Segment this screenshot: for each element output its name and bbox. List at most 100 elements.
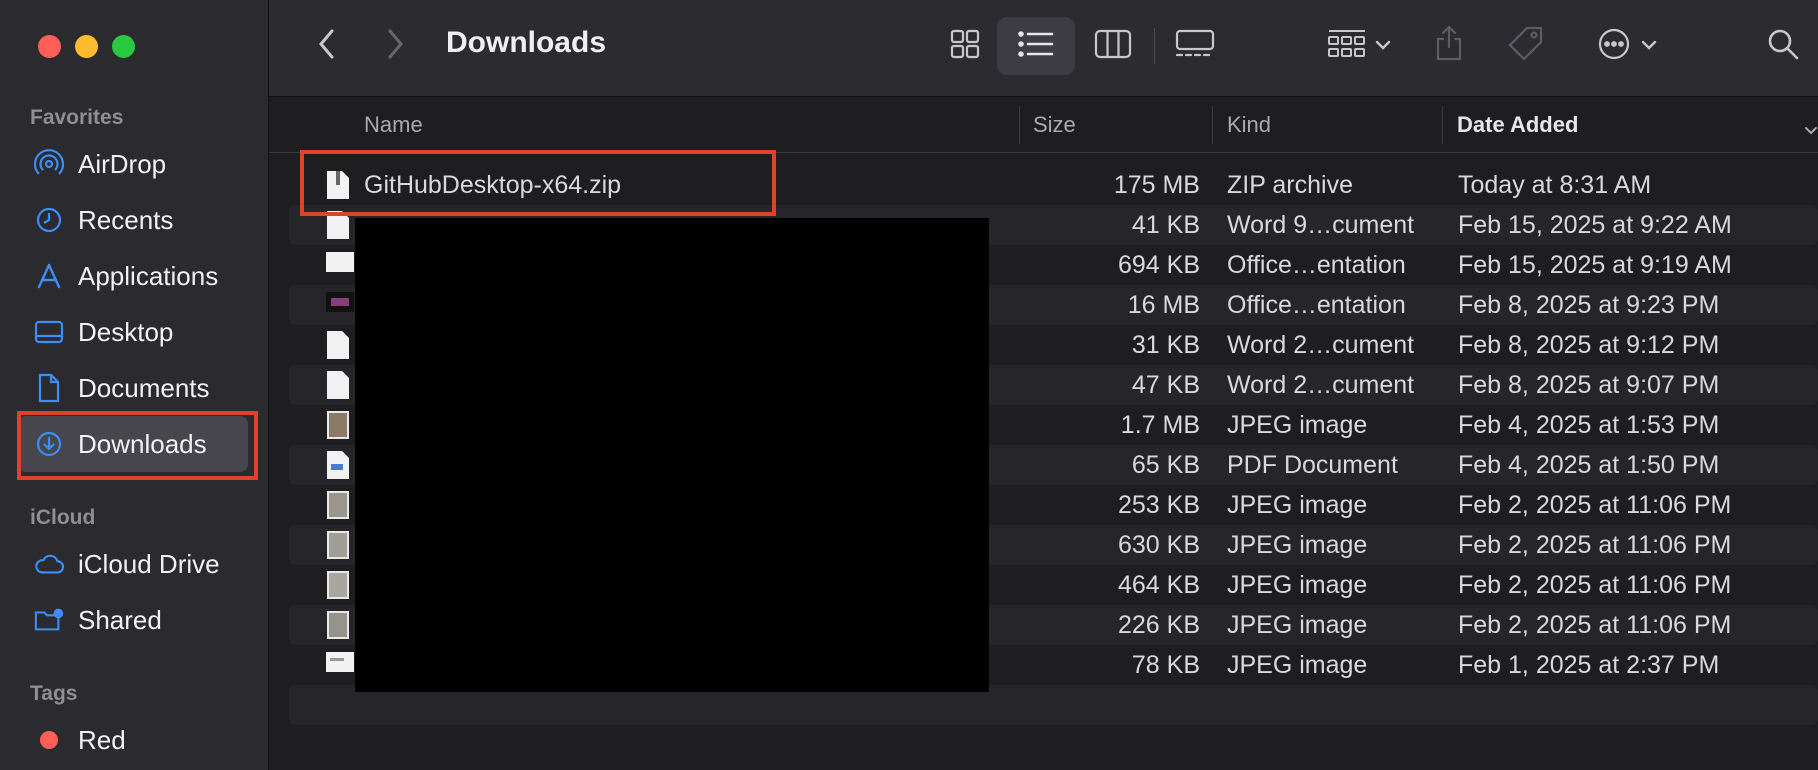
doc-icon [326, 330, 350, 360]
image-icon [326, 610, 350, 640]
share-icon [1434, 24, 1464, 66]
back-button[interactable] [309, 28, 345, 64]
icon-view-button[interactable] [937, 22, 993, 70]
sidebar-item-label: AirDrop [78, 148, 167, 179]
file-size: 253 KB [1117, 491, 1200, 519]
sidebar-item-label: Recents [78, 204, 174, 235]
file-date-added: Feb 8, 2025 at 9:23 PM [1458, 291, 1720, 319]
tag-button[interactable] [1501, 22, 1551, 70]
column-divider[interactable] [1019, 106, 1020, 144]
clock-icon [34, 205, 64, 235]
file-size: 1.7 MB [1120, 411, 1200, 439]
file-size: 31 KB [1131, 331, 1200, 359]
file-size: 41 KB [1131, 211, 1200, 239]
file-date-added: Feb 4, 2025 at 1:53 PM [1458, 411, 1720, 439]
share-button[interactable] [1425, 20, 1473, 70]
toolbar-divider [1154, 28, 1155, 64]
search-button[interactable] [1759, 22, 1807, 70]
image-icon [326, 570, 350, 600]
column-divider[interactable] [1442, 106, 1443, 144]
file-kind: Word 2…cument [1227, 331, 1415, 359]
columns-icon [1094, 29, 1132, 64]
file-date-added: Feb 4, 2025 at 1:50 PM [1458, 451, 1720, 479]
chevron-right-icon [385, 28, 405, 65]
column-view-button[interactable] [1085, 22, 1141, 70]
image-icon [326, 530, 350, 560]
file-date-added: Feb 15, 2025 at 9:19 AM [1458, 251, 1732, 279]
column-header-size[interactable]: Size [1033, 112, 1076, 138]
zoom-window-button[interactable] [112, 35, 135, 58]
chevron-down-icon [1375, 37, 1391, 55]
sidebar-item-label: Documents [78, 372, 210, 403]
sidebar: Favorites AirDrop Recents Applications D… [0, 0, 269, 770]
tags-section-label: Tags [30, 682, 78, 705]
file-kind: JPEG image [1227, 571, 1368, 599]
more-actions-button[interactable] [1585, 22, 1669, 70]
sidebar-item-shared[interactable]: Shared [18, 592, 248, 648]
gallery-icon [1175, 29, 1215, 64]
gallery-view-button[interactable] [1167, 22, 1223, 70]
cloud-icon [34, 549, 64, 579]
search-icon [1766, 27, 1800, 66]
window-controls [38, 35, 135, 58]
group-grid-icon [1327, 28, 1367, 65]
file-size: 464 KB [1117, 571, 1200, 599]
sidebar-item-label: Shared [78, 604, 162, 635]
sidebar-item-airdrop[interactable]: AirDrop [18, 136, 248, 192]
file-kind: Word 2…cument [1227, 371, 1415, 399]
sidebar-item-label: iCloud Drive [78, 548, 220, 579]
column-header-row: Name Size Kind Date Added [269, 98, 1818, 153]
file-date-added: Feb 1, 2025 at 2:37 PM [1458, 651, 1720, 679]
sidebar-item-icloud-drive[interactable]: iCloud Drive [18, 536, 248, 592]
downloads-highlight-box [17, 411, 258, 480]
favorites-section-label: Favorites [30, 106, 124, 129]
file-kind: Word 9…cument [1227, 211, 1415, 239]
file-kind: JPEG image [1227, 651, 1368, 679]
file-date-added: Feb 2, 2025 at 11:06 PM [1458, 611, 1732, 639]
sidebar-item-desktop[interactable]: Desktop [18, 304, 248, 360]
window-title: Downloads [446, 26, 607, 59]
grid-icon [949, 28, 981, 65]
icloud-section-label: iCloud [30, 506, 96, 529]
close-window-button[interactable] [38, 35, 61, 58]
sidebar-item-label: Desktop [78, 316, 174, 347]
file-size: 65 KB [1131, 451, 1200, 479]
applications-icon [34, 261, 64, 291]
column-header-date-added[interactable]: Date Added [1457, 112, 1578, 138]
file-size: 47 KB [1131, 371, 1200, 399]
redaction-block [355, 218, 989, 692]
file-date-added: Feb 8, 2025 at 9:07 PM [1458, 371, 1720, 399]
sidebar-item-documents[interactable]: Documents [18, 360, 248, 416]
sidebar-item-tag-red[interactable]: Red [18, 712, 248, 768]
column-divider[interactable] [1212, 106, 1213, 144]
file-highlight-box [300, 150, 776, 216]
column-header-name[interactable]: Name [364, 112, 423, 138]
image-icon [326, 410, 350, 440]
file-size: 16 MB [1127, 291, 1200, 319]
file-kind: JPEG image [1227, 411, 1368, 439]
list-icon [1018, 30, 1054, 63]
forward-button[interactable] [377, 28, 413, 64]
presentation-thumb-icon [326, 290, 354, 320]
file-size: 78 KB [1131, 651, 1200, 679]
list-view-button[interactable] [997, 17, 1075, 75]
file-date-added: Feb 8, 2025 at 9:12 PM [1458, 331, 1720, 359]
file-date-added: Feb 2, 2025 at 11:06 PM [1458, 531, 1732, 559]
file-size: 226 KB [1117, 611, 1200, 639]
sidebar-item-label: Applications [78, 260, 219, 291]
column-header-kind[interactable]: Kind [1227, 112, 1271, 138]
file-size: 175 MB [1113, 171, 1200, 199]
desktop-icon [34, 317, 64, 347]
group-by-button[interactable] [1315, 22, 1403, 70]
file-kind: Office…entation [1227, 291, 1406, 319]
file-kind: PDF Document [1227, 451, 1398, 479]
file-kind: JPEG image [1227, 531, 1368, 559]
ellipsis-circle-icon [1597, 27, 1631, 66]
file-kind: ZIP archive [1227, 171, 1353, 199]
sort-chevron-icon[interactable] [1804, 116, 1818, 142]
sidebar-item-recents[interactable]: Recents [18, 192, 248, 248]
doc-icon [326, 370, 350, 400]
file-size: 630 KB [1117, 531, 1200, 559]
sidebar-item-applications[interactable]: Applications [18, 248, 248, 304]
minimize-window-button[interactable] [75, 35, 98, 58]
